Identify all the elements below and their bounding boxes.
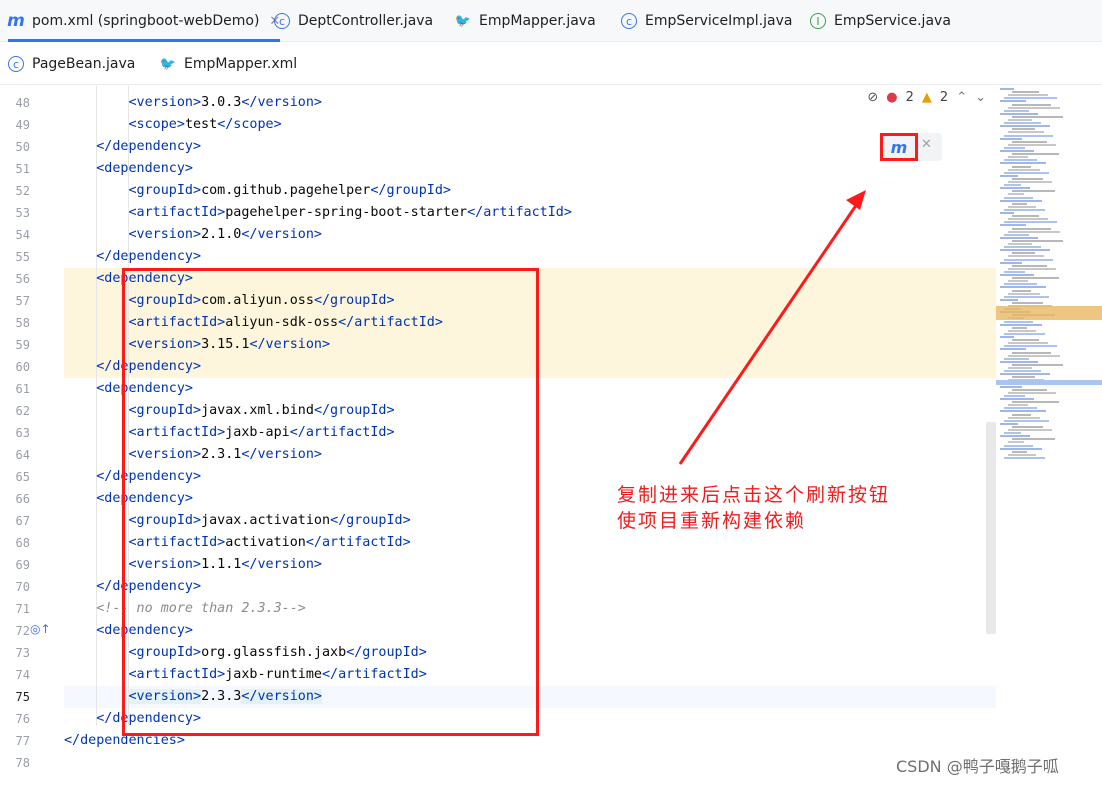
tab-label: EmpMapper.java [479, 13, 596, 29]
interface-icon: I [810, 13, 826, 29]
watermark: CSDN @鸭子嘎鹅子呱 [896, 757, 1059, 776]
tab-pom-xml[interactable]: m pom.xml (springboot-webDemo) ✕ [7, 0, 281, 42]
tab-label: EmpMapper.xml [184, 56, 298, 72]
code-editor[interactable]: 48 49 50 51 52 53 54 55 56 57 58 59 60 61 62 63 64 65 66 67… [0, 86, 1102, 785]
annotation-line1: 复制进来后点击这个刷新按钮 [617, 484, 891, 506]
mybatis-bird-icon: 🐦 [454, 13, 472, 29]
class-icon: c [621, 13, 637, 29]
tab-label: pom.xml (springboot-webDemo) [32, 13, 260, 29]
tab-label: EmpServiceImpl.java [645, 13, 793, 29]
tab-page-bean[interactable]: c PageBean.java [8, 43, 135, 85]
tab-emp-mapper-xml[interactable]: 🐦 EmpMapper.xml [160, 43, 297, 85]
editor-tab-bar: m pom.xml (springboot-webDemo) ✕ c DeptC… [0, 0, 1102, 42]
annotation-line2: 使项目重新构建依赖 [617, 510, 807, 532]
class-icon: c [8, 56, 24, 72]
tab-dept-controller[interactable]: c DeptController.java [274, 0, 433, 42]
annotation-arrow [678, 190, 866, 465]
maven-icon: m [7, 11, 25, 31]
editor-tab-bar-row2: c PageBean.java 🐦 EmpMapper.xml [0, 43, 1102, 85]
mybatis-bird-icon: 🐦 [159, 56, 177, 72]
class-icon: c [274, 13, 290, 29]
tab-label: DeptController.java [298, 13, 434, 29]
tab-emp-service[interactable]: I EmpService.java [810, 0, 951, 42]
tab-emp-mapper-java[interactable]: 🐦 EmpMapper.java [455, 0, 596, 42]
tab-emp-service-impl[interactable]: c EmpServiceImpl.java [621, 0, 792, 42]
tab-label: PageBean.java [32, 56, 136, 72]
annotation-text: 复制进来后点击这个刷新按钮 使项目重新构建依赖 [617, 482, 890, 534]
tab-label: EmpService.java [834, 13, 951, 29]
